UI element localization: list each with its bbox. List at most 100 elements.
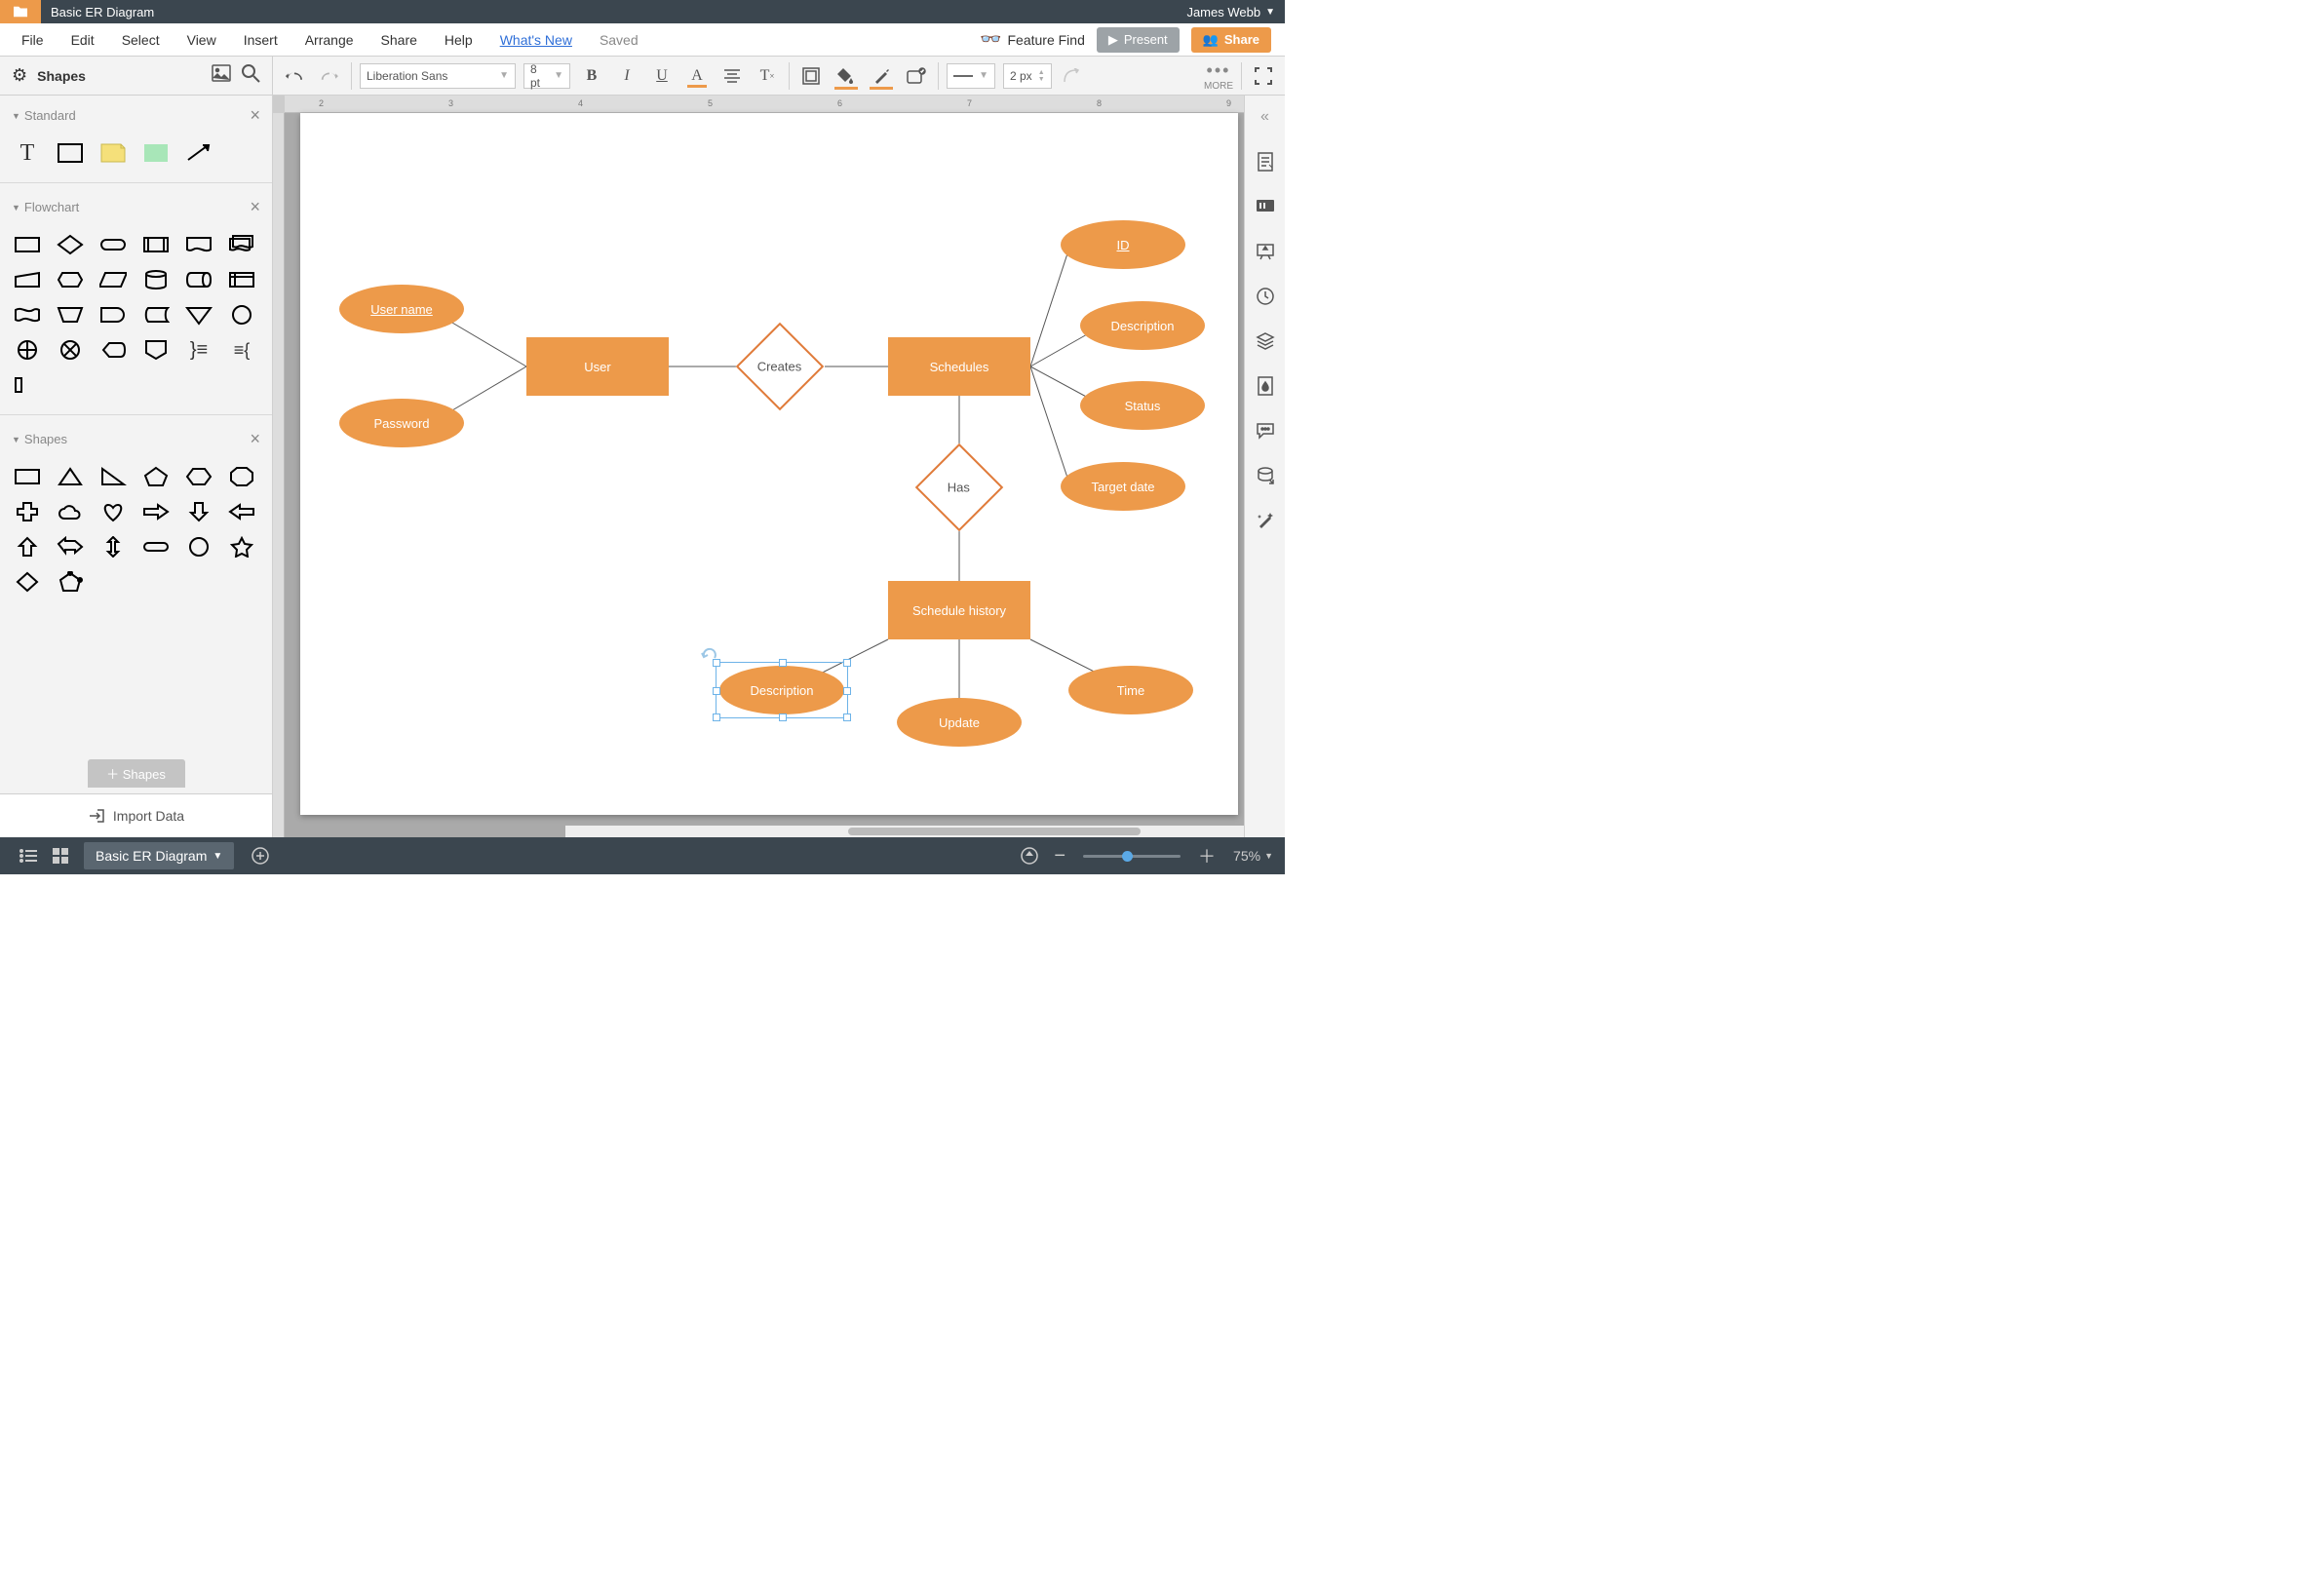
er-entity-schedule-history[interactable]: Schedule history (888, 581, 1030, 639)
chat-icon[interactable] (1252, 417, 1279, 444)
er-attr-description[interactable]: Description (1080, 301, 1205, 350)
add-shapes-button[interactable]: ＋ Shapes (88, 759, 185, 788)
close-icon[interactable]: × (250, 105, 260, 126)
grid-view-icon[interactable] (45, 844, 76, 868)
section-flowchart-header[interactable]: ▼ Flowchart × (0, 187, 272, 227)
section-shapes-header[interactable]: ▼ Shapes × (0, 419, 272, 459)
fc-or[interactable] (10, 336, 45, 364)
fc-preparation[interactable] (53, 266, 88, 293)
layers-icon[interactable] (1252, 328, 1279, 355)
menu-select[interactable]: Select (114, 28, 168, 52)
fc-stored-data[interactable] (138, 301, 174, 328)
fc-annotation[interactable]: ≡{ (224, 336, 259, 364)
sh-right-triangle[interactable] (96, 463, 131, 490)
er-entity-user[interactable]: User (526, 337, 669, 396)
fc-merge[interactable] (181, 301, 216, 328)
fill-bucket-button[interactable] (833, 62, 860, 90)
line-arrow-button[interactable] (1060, 62, 1087, 90)
er-attr-time[interactable]: Time (1068, 666, 1193, 714)
clear-format-button[interactable]: T× (754, 62, 781, 90)
fullscreen-button[interactable] (1250, 62, 1277, 90)
horizontal-scrollbar[interactable] (565, 826, 1244, 837)
list-view-icon[interactable] (12, 845, 45, 867)
er-entity-schedules[interactable]: Schedules (888, 337, 1030, 396)
fc-connector[interactable] (224, 301, 259, 328)
search-icon[interactable] (241, 63, 260, 88)
present-button[interactable]: ▶ Present (1097, 27, 1180, 53)
sh-cross[interactable] (10, 498, 45, 525)
er-attr-id[interactable]: ID (1061, 220, 1185, 269)
section-standard-header[interactable]: ▼ Standard × (0, 96, 272, 135)
sh-pentagon[interactable] (138, 463, 174, 490)
image-icon[interactable] (212, 64, 231, 87)
font-size-select[interactable]: 8 pt ▼ (523, 63, 570, 89)
share-button[interactable]: 👥 Share (1191, 27, 1271, 53)
menu-arrange[interactable]: Arrange (297, 28, 362, 52)
zoom-level-dropdown[interactable]: 75% ▼ (1233, 848, 1273, 864)
er-attr-user-name[interactable]: User name (339, 285, 464, 333)
sync-status-icon[interactable] (1013, 843, 1046, 868)
menu-share[interactable]: Share (373, 28, 425, 52)
rotate-handle-icon[interactable] (701, 644, 718, 660)
arrow-shape[interactable] (181, 139, 216, 167)
er-attr-target-date[interactable]: Target date (1061, 462, 1185, 511)
fc-manual-input[interactable] (10, 266, 45, 293)
sh-rect[interactable] (10, 463, 45, 490)
fc-tape[interactable] (10, 301, 45, 328)
fc-terminator[interactable] (96, 231, 131, 258)
fc-direct-data[interactable] (181, 266, 216, 293)
underline-button[interactable]: U (648, 62, 676, 90)
undo-button[interactable] (281, 62, 308, 90)
zoom-slider[interactable] (1083, 855, 1181, 858)
menu-insert[interactable]: Insert (236, 28, 286, 52)
line-color-button[interactable] (868, 62, 895, 90)
sh-triangle[interactable] (53, 463, 88, 490)
zoom-out-button[interactable]: − (1046, 841, 1073, 871)
present-panel-icon[interactable] (1252, 238, 1279, 265)
menu-help[interactable]: Help (437, 28, 481, 52)
line-style-select[interactable]: ▼ (947, 63, 995, 89)
er-attr-update[interactable]: Update (897, 698, 1022, 747)
sh-hexagon[interactable] (181, 463, 216, 490)
canvas-area[interactable]: 23456789 User name (273, 96, 1244, 837)
italic-button[interactable]: I (613, 62, 640, 90)
font-select[interactable]: Liberation Sans ▼ (360, 63, 516, 89)
fc-internal-storage[interactable] (224, 266, 259, 293)
sh-arrow-down[interactable] (181, 498, 216, 525)
redo-button[interactable] (316, 62, 343, 90)
fc-decision[interactable] (53, 231, 88, 258)
close-icon[interactable]: × (250, 197, 260, 217)
fc-brace-r[interactable]: }≡ (181, 336, 216, 364)
collapse-right-rail[interactable]: « (1252, 103, 1279, 131)
fc-off-page[interactable] (138, 336, 174, 364)
page-tab-dropdown[interactable]: Basic ER Diagram ▼ (84, 842, 234, 869)
sh-circle[interactable] (181, 533, 216, 560)
comment-icon[interactable] (1252, 193, 1279, 220)
sh-arrow-right[interactable] (138, 498, 174, 525)
gear-icon[interactable]: ⚙ (12, 65, 27, 86)
note-green-shape[interactable] (138, 139, 174, 167)
fc-predef[interactable] (138, 231, 174, 258)
text-shape[interactable]: T (10, 139, 45, 167)
more-button[interactable]: ••• MORE (1204, 60, 1233, 92)
sh-diamond[interactable] (10, 568, 45, 596)
data-link-icon[interactable] (1252, 462, 1279, 489)
sh-arrow-lr[interactable] (53, 533, 88, 560)
fc-document[interactable] (181, 231, 216, 258)
sh-pill[interactable] (138, 533, 174, 560)
magic-icon[interactable] (1252, 507, 1279, 534)
er-attr-status[interactable]: Status (1080, 381, 1205, 430)
align-button[interactable] (718, 62, 746, 90)
sh-octagon[interactable] (224, 463, 259, 490)
line-width-select[interactable]: 2 px ▲▼ (1003, 63, 1052, 89)
note-yellow-shape[interactable] (96, 139, 131, 167)
fc-data[interactable] (96, 266, 131, 293)
text-color-button[interactable]: A (683, 62, 711, 90)
fc-display[interactable] (96, 336, 131, 364)
er-attr-description2[interactable]: Description (719, 666, 844, 714)
page-icon[interactable] (1252, 148, 1279, 175)
er-rel-has[interactable]: Has (915, 443, 1004, 532)
fc-card[interactable] (10, 371, 45, 399)
sh-arrow-left-block[interactable] (224, 498, 259, 525)
folder-icon[interactable] (0, 0, 41, 23)
